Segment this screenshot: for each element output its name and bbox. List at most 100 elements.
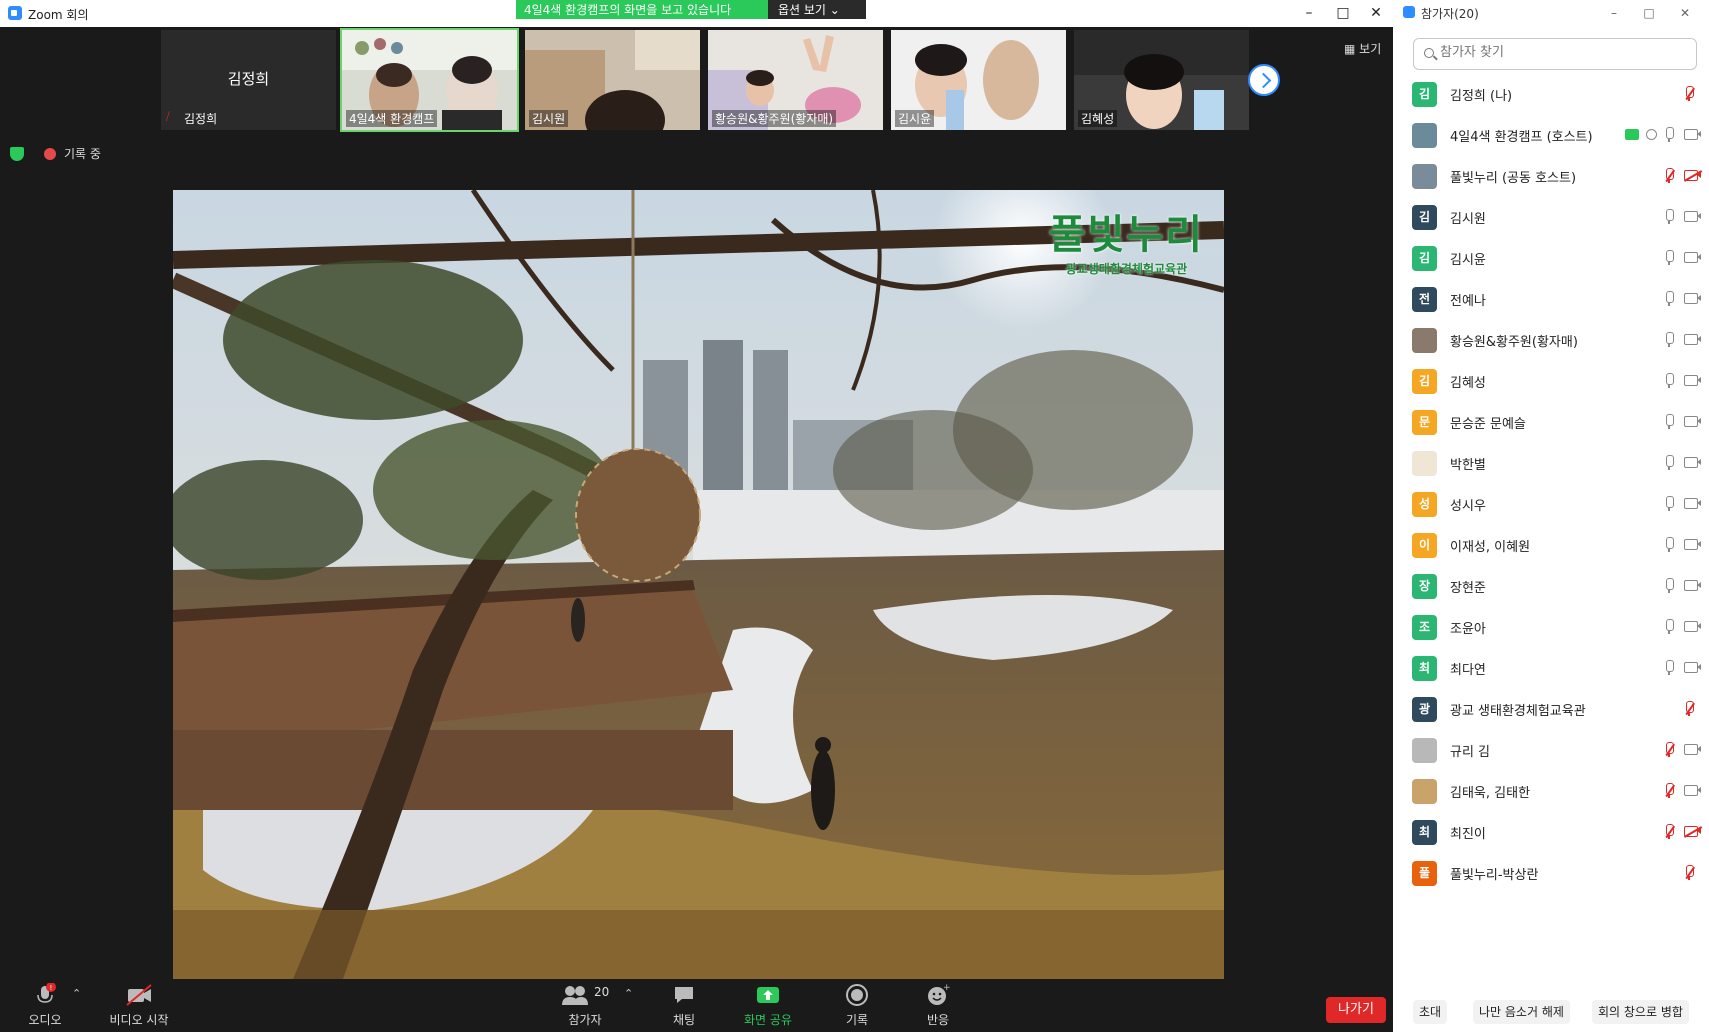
participant-row[interactable]: 김 김시윤 — [1393, 238, 1709, 279]
microphone-icon[interactable] — [1664, 455, 1674, 471]
thumbnail-host[interactable]: 4일4색 환경캠프 — [340, 28, 519, 132]
microphone-icon[interactable] — [1664, 209, 1674, 225]
video-camera-icon[interactable] — [1684, 621, 1701, 632]
muted-microphone-icon[interactable] — [1684, 701, 1695, 717]
thumbnail-name: 김혜성 — [1078, 110, 1118, 127]
microphone-icon[interactable] — [1664, 291, 1674, 307]
participant-row[interactable]: 최 최다연 — [1393, 648, 1709, 689]
maximize-icon[interactable]: □ — [1631, 2, 1667, 24]
leave-meeting-button[interactable]: 나가기 — [1326, 997, 1386, 1023]
muted-microphone-icon[interactable] — [1664, 824, 1675, 840]
participant-name: 이재성, 이혜원 — [1450, 540, 1531, 555]
minimize-icon[interactable]: – — [1291, 2, 1327, 24]
participant-row[interactable]: 성 성시우 — [1393, 484, 1709, 525]
thumbnail-participant[interactable]: 김시원 — [525, 30, 700, 130]
participant-row[interactable]: 풀빛누리 (공동 호스트) — [1393, 156, 1709, 197]
muted-microphone-icon[interactable] — [1664, 783, 1675, 799]
participants-options-chevron-icon[interactable]: ⌃ — [624, 987, 633, 1000]
encryption-shield-icon[interactable] — [10, 146, 24, 161]
microphone-icon[interactable] — [1664, 578, 1674, 594]
microphone-icon[interactable] — [1664, 496, 1674, 512]
avatar: 최 — [1412, 820, 1437, 845]
audio-options-chevron-icon[interactable]: ⌃ — [72, 987, 81, 1000]
close-icon[interactable]: ✕ — [1667, 2, 1703, 24]
participant-row[interactable]: 규리 김 — [1393, 730, 1709, 771]
record-button[interactable]: 기록 — [837, 983, 877, 1028]
microphone-icon[interactable] — [1664, 332, 1674, 348]
chat-label: 채팅 — [672, 1013, 696, 1027]
participant-row[interactable]: 이 이재성, 이혜원 — [1393, 525, 1709, 566]
muted-microphone-icon[interactable] — [1684, 86, 1695, 102]
invite-button[interactable]: 초대 — [1413, 1000, 1448, 1024]
merge-to-meeting-window-button[interactable]: 회의 창으로 병합 — [1592, 1000, 1689, 1024]
participant-row[interactable]: 4일4색 환경캠프 (호스트) — [1393, 115, 1709, 156]
muted-microphone-icon[interactable] — [1664, 168, 1675, 184]
video-camera-icon[interactable] — [1684, 416, 1701, 427]
participant-search[interactable] — [1413, 38, 1697, 70]
microphone-icon[interactable] — [1664, 537, 1674, 553]
microphone-icon[interactable] — [1664, 127, 1674, 143]
shared-screen: 풀빛누리 광교생태환경체험교육관 — [173, 190, 1224, 979]
maximize-icon[interactable]: □ — [1325, 2, 1361, 24]
avatar: 전 — [1412, 287, 1437, 312]
video-camera-icon[interactable] — [1684, 539, 1701, 550]
reactions-button[interactable]: + 반응 — [918, 983, 958, 1028]
avatar — [1412, 779, 1437, 804]
view-button[interactable]: ▦ 보기 — [1344, 40, 1381, 57]
video-camera-icon[interactable] — [1684, 293, 1701, 304]
self-video-tile[interactable]: 김정희 ⧸ 김정희 — [161, 30, 336, 130]
minimize-icon[interactable]: – — [1596, 2, 1632, 24]
microphone-icon[interactable] — [1664, 619, 1674, 635]
share-screen-button[interactable]: 화면 공유 — [738, 983, 798, 1028]
video-camera-icon[interactable] — [1684, 334, 1701, 345]
thumbnail-participant[interactable]: 김혜성 — [1074, 30, 1249, 130]
participant-row[interactable]: 김 김시원 — [1393, 197, 1709, 238]
video-camera-icon[interactable] — [1684, 744, 1701, 755]
thumbnail-participant[interactable]: 김시윤 — [891, 30, 1066, 130]
microphone-icon[interactable] — [1664, 660, 1674, 676]
close-icon[interactable]: ✕ — [1358, 2, 1394, 24]
participant-row[interactable]: 김 김정희 (나) — [1393, 74, 1709, 115]
video-camera-icon[interactable] — [1684, 662, 1701, 673]
participants-icon: 20 — [560, 983, 610, 1007]
muted-microphone-icon[interactable] — [1664, 742, 1675, 758]
video-off-icon[interactable] — [1683, 826, 1703, 838]
chat-button[interactable]: 채팅 — [664, 983, 704, 1028]
view-options-button[interactable]: 옵션 보기 ⌄ — [768, 0, 866, 19]
video-off-icon[interactable] — [1683, 170, 1703, 182]
participant-row[interactable]: 전 전예나 — [1393, 279, 1709, 320]
participant-row[interactable]: 광 광교 생태환경체험교육관 — [1393, 689, 1709, 730]
microphone-icon[interactable] — [1664, 250, 1674, 266]
video-camera-icon[interactable] — [1684, 498, 1701, 509]
participant-row[interactable]: 조 조윤아 — [1393, 607, 1709, 648]
video-camera-icon[interactable] — [1684, 457, 1701, 468]
participant-row[interactable]: 문 문승준 문예슬 — [1393, 402, 1709, 443]
video-camera-icon[interactable] — [1684, 252, 1701, 263]
thumbnail-participant[interactable]: 황승원&황주원(황자매) — [708, 30, 883, 130]
recording-label[interactable]: 기록 중 — [64, 145, 101, 162]
video-camera-icon[interactable] — [1684, 211, 1701, 222]
video-camera-icon[interactable] — [1684, 129, 1701, 140]
video-camera-icon[interactable] — [1684, 785, 1701, 796]
video-camera-icon[interactable] — [1684, 580, 1701, 591]
participant-row[interactable]: 김 김혜성 — [1393, 361, 1709, 402]
muted-microphone-icon[interactable] — [1684, 865, 1695, 881]
participant-row[interactable]: 최 최진이 — [1393, 812, 1709, 853]
avatar — [1412, 123, 1437, 148]
participants-button[interactable]: 20 참가자 — [560, 983, 610, 1028]
audio-button[interactable]: ! 오디오 — [24, 982, 66, 1028]
microphone-icon[interactable] — [1664, 414, 1674, 430]
microphone-icon[interactable] — [1664, 373, 1674, 389]
start-video-button[interactable]: 비디오 시작 — [104, 983, 174, 1028]
participant-list: 김 김정희 (나) 4일4색 환경캠프 (호스트) 풀빛누리 (공동 호스트) 김 김시원… — [1393, 74, 1709, 894]
participant-row[interactable]: 김태욱, 김태한 — [1393, 771, 1709, 812]
video-camera-icon[interactable] — [1684, 375, 1701, 386]
participant-row[interactable]: 박한별 — [1393, 443, 1709, 484]
unmute-me-button[interactable]: 나만 음소거 해제 — [1473, 1000, 1570, 1024]
participant-row[interactable]: 장 장현준 — [1393, 566, 1709, 607]
next-page-button[interactable] — [1248, 64, 1280, 96]
participant-search-input[interactable] — [1440, 45, 1680, 60]
participant-name: 김정희 (나) — [1450, 89, 1513, 104]
participant-row[interactable]: 풀 풀빛누리-박상란 — [1393, 853, 1709, 894]
participant-row[interactable]: 황승원&황주원(황자매) — [1393, 320, 1709, 361]
